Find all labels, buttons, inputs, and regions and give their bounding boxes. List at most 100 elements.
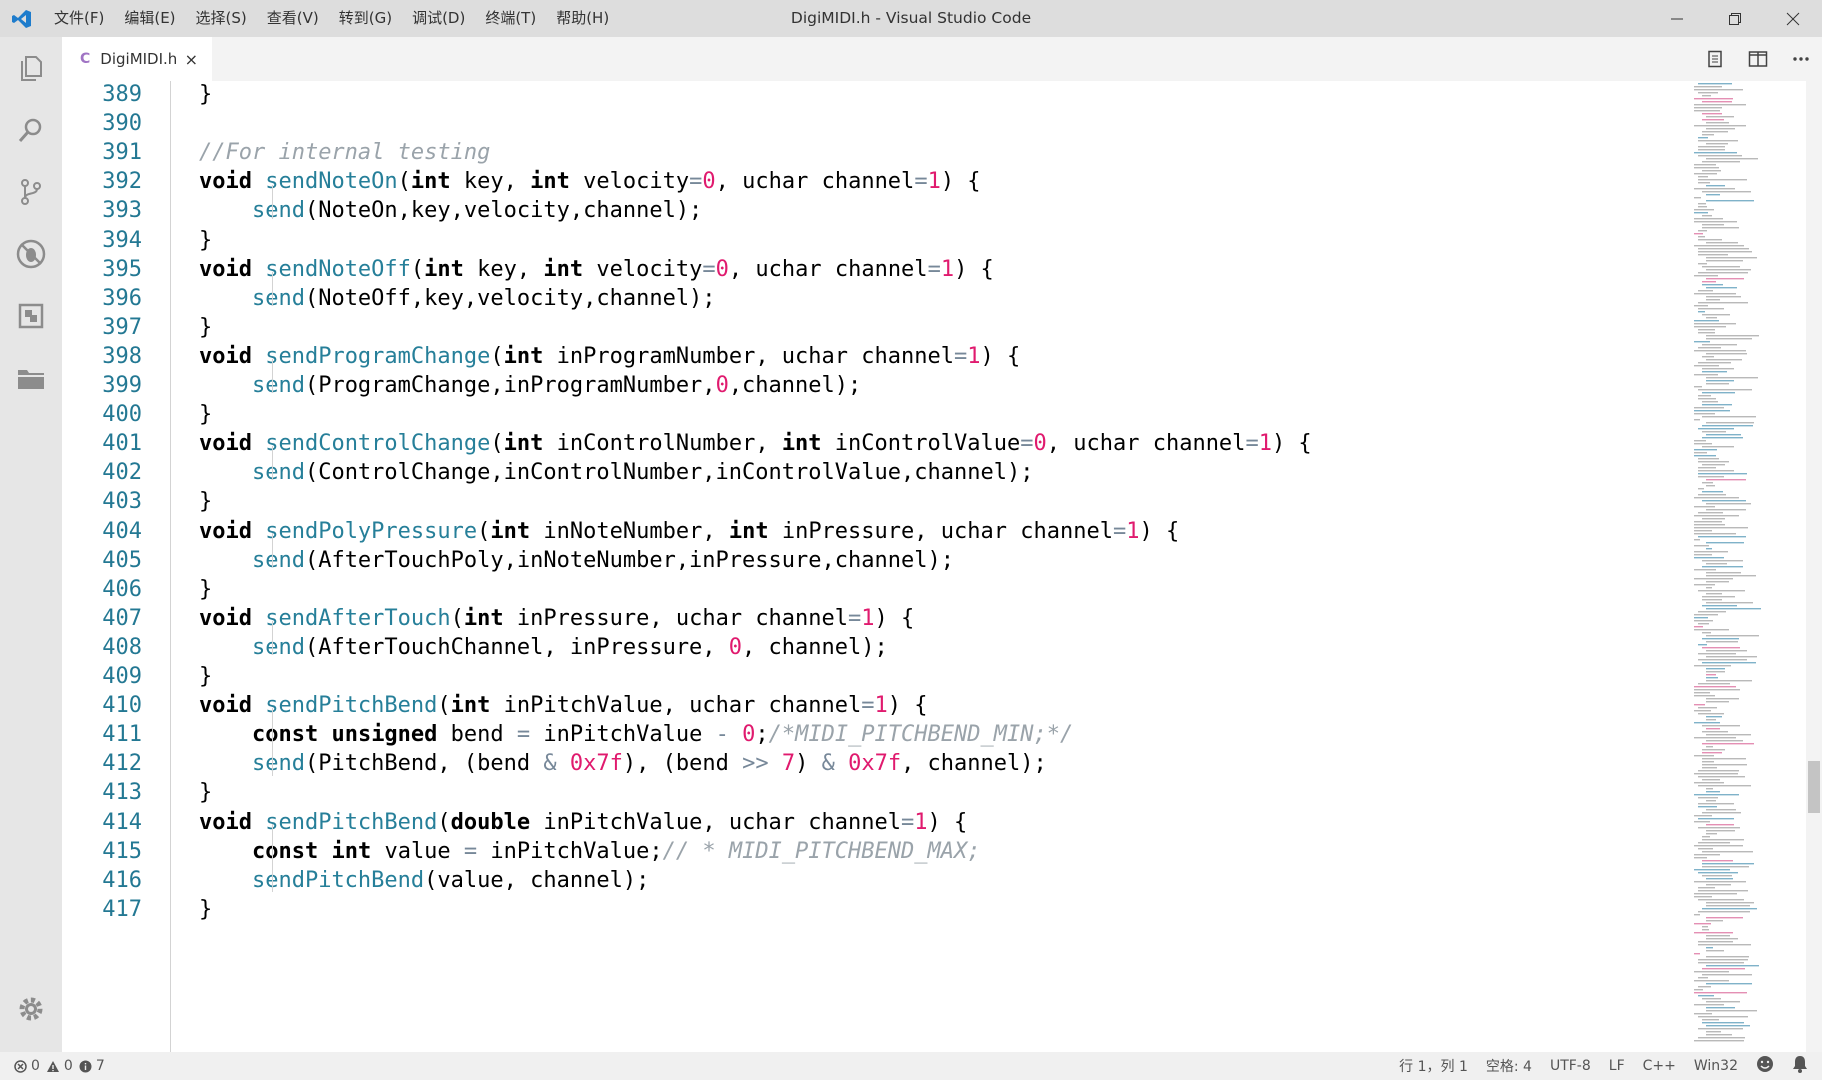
menu-go[interactable]: 转到(G) <box>329 0 402 37</box>
minimap-line <box>1706 509 1746 511</box>
minimap-line <box>1702 605 1737 607</box>
minimap-line <box>1702 416 1756 418</box>
minimap-line <box>1702 401 1718 403</box>
menu-terminal[interactable]: 终端(T) <box>475 0 546 37</box>
minimap-line <box>1698 428 1734 430</box>
tab-digimidi-h[interactable]: C DigiMIDI.h × <box>62 37 212 81</box>
error-icon <box>14 1059 27 1073</box>
encoding[interactable]: UTF-8 <box>1550 1058 1591 1074</box>
minimap-line <box>1702 431 1726 433</box>
notifications-bell-icon[interactable] <box>1792 1055 1808 1077</box>
minimap-line <box>1706 377 1758 379</box>
minimap-line <box>1706 128 1735 130</box>
minimap-line <box>1706 902 1754 904</box>
minimap-line <box>1698 302 1748 304</box>
c-file-icon: C <box>80 51 91 67</box>
errors-indicator[interactable]: 0 <box>14 1058 40 1074</box>
minimap-line <box>1702 929 1709 931</box>
minimap-line <box>1702 482 1713 484</box>
explorer-icon[interactable] <box>0 37 62 99</box>
minimap-line <box>1706 269 1751 271</box>
minimap-line <box>1694 188 1735 190</box>
vertical-scrollbar[interactable] <box>1806 81 1822 1052</box>
minimap-line <box>1702 425 1753 427</box>
minimap-line <box>1702 638 1739 640</box>
language-mode[interactable]: C++ <box>1643 1058 1676 1074</box>
minimap-line <box>1694 419 1700 421</box>
restore-button[interactable] <box>1706 0 1764 37</box>
minimap-line <box>1694 857 1707 859</box>
minimap-line <box>1694 821 1710 823</box>
info-count: 7 <box>95 1058 105 1074</box>
menu-debug[interactable]: 调试(D) <box>402 0 475 37</box>
problems-summary[interactable]: 0 0 7 <box>0 1058 105 1074</box>
minimap-line <box>1698 140 1738 142</box>
minimap-line <box>1702 875 1732 877</box>
minimap-line <box>1698 272 1748 274</box>
close-window-button[interactable] <box>1764 0 1822 37</box>
minimap-line <box>1702 749 1725 751</box>
indent-guide <box>272 185 273 219</box>
minimap-line <box>1698 797 1718 799</box>
menu-view[interactable]: 查看(V) <box>257 0 329 37</box>
minimap-line <box>1702 446 1734 448</box>
info-icon <box>79 1060 92 1072</box>
code-line[interactable]: 417 } <box>62 893 1682 927</box>
minimap-line <box>1694 989 1703 991</box>
minimap-line <box>1694 527 1748 529</box>
minimap-line <box>1702 998 1721 1000</box>
folder-icon[interactable] <box>0 347 62 409</box>
minimap-line <box>1698 398 1716 400</box>
minimap-line <box>1702 491 1723 493</box>
platform-config[interactable]: Win32 <box>1694 1058 1738 1074</box>
scrollbar-thumb[interactable] <box>1808 761 1820 813</box>
cursor-position[interactable]: 行 1，列 1 <box>1399 1056 1468 1076</box>
menu-file[interactable]: 文件(F) <box>44 0 114 37</box>
split-editor-icon[interactable] <box>1736 37 1779 81</box>
warnings-indicator[interactable]: 0 <box>46 1058 73 1074</box>
debug-icon[interactable] <box>0 223 62 285</box>
menu-help[interactable]: 帮助(H) <box>546 0 619 37</box>
tab-bar: C DigiMIDI.h × <box>62 37 1822 81</box>
minimize-button[interactable] <box>1648 0 1706 37</box>
code-editor[interactable]: 389 } 390 391 //For internal testing 392 vo… <box>62 81 1822 1052</box>
feedback-smiley-icon[interactable] <box>1756 1055 1774 1077</box>
minimap-line <box>1694 551 1728 553</box>
menu-selection[interactable]: 选择(S) <box>186 0 257 37</box>
tab-close-icon[interactable]: × <box>185 50 198 69</box>
source-control-icon[interactable] <box>0 161 62 223</box>
end-of-line[interactable]: LF <box>1609 1058 1625 1074</box>
minimap-line <box>1698 512 1723 514</box>
line-number: 417 <box>102 896 142 922</box>
minimap-line <box>1698 83 1732 85</box>
minimap-line <box>1694 953 1700 955</box>
search-icon[interactable] <box>0 99 62 161</box>
minimap-line <box>1698 713 1724 715</box>
minimap-line <box>1706 572 1741 574</box>
minimap-line <box>1694 794 1739 796</box>
open-preview-icon[interactable] <box>1693 37 1736 81</box>
minimap-line <box>1706 260 1743 262</box>
minimap-line <box>1702 566 1743 568</box>
minimap-line <box>1706 242 1738 244</box>
minimap-line <box>1702 131 1728 133</box>
extensions-icon[interactable] <box>0 285 62 347</box>
minimap-line <box>1706 359 1742 361</box>
minimap-line <box>1698 488 1704 490</box>
infos-indicator[interactable]: 7 <box>79 1058 105 1074</box>
more-actions-icon[interactable] <box>1779 37 1822 81</box>
minimap[interactable] <box>1684 81 1794 1052</box>
minimap-line <box>1698 590 1745 592</box>
vscode-logo-icon <box>0 0 44 37</box>
minimap-line <box>1706 716 1722 718</box>
minimap-line <box>1698 311 1705 313</box>
minimap-line <box>1694 413 1715 415</box>
minimap-line <box>1702 860 1733 862</box>
settings-gear-icon[interactable] <box>0 978 62 1040</box>
minimap-line <box>1706 257 1757 259</box>
indentation[interactable]: 空格: 4 <box>1486 1056 1532 1076</box>
minimap-line <box>1702 758 1746 760</box>
menu-edit[interactable]: 编辑(E) <box>114 0 185 37</box>
minimap-line <box>1706 1031 1721 1033</box>
minimap-line <box>1706 641 1738 643</box>
